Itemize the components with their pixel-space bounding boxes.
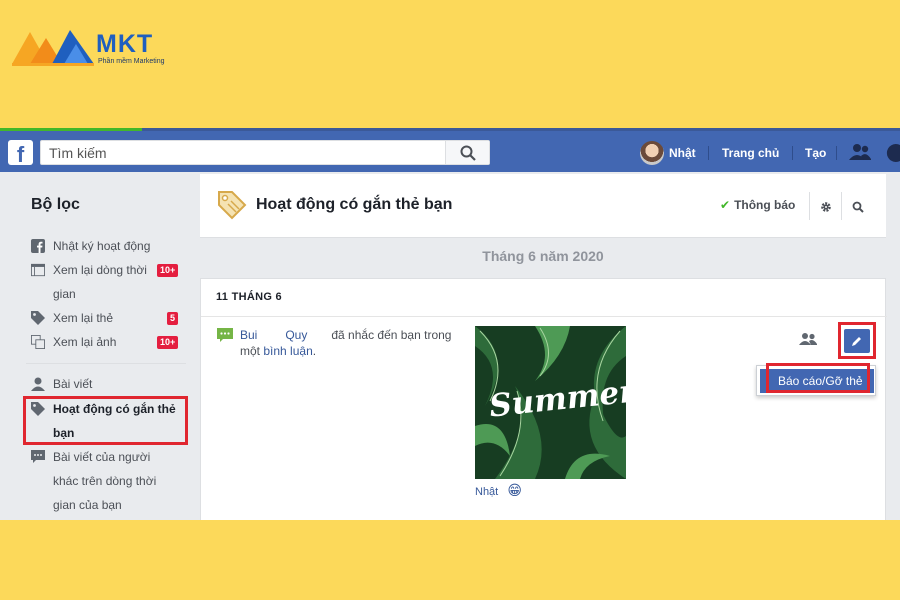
activity-text: Bui Quy đã nhắc đến bạn trong một bình luậ… <box>240 327 465 359</box>
sidebar-divider <box>26 363 186 364</box>
nav-divider <box>708 146 709 160</box>
mkt-logo-text: MKT <box>96 30 154 58</box>
sidebar-item-label: Xem lại dòng thời <box>53 263 147 277</box>
search-icon <box>460 145 476 161</box>
nav-divider <box>836 146 837 160</box>
page-header: Hoạt động có gắn thẻ bạn ✔ Thông báo <box>200 174 886 238</box>
notifications-label: Thông báo <box>734 198 796 212</box>
messenger-icon[interactable] <box>886 143 900 163</box>
nav-divider <box>792 146 793 160</box>
date-heading: 11 THÁNG 6 <box>216 291 282 303</box>
sidebar-item-photo-review[interactable]: Xem lại ảnh 10+ <box>31 330 179 354</box>
photos-icon <box>31 335 45 349</box>
facebook-logo-icon[interactable]: f <box>8 140 33 167</box>
filter-sidebar: Bộ lọc Nhật ký hoạt động Xem lại dòng th… <box>0 172 200 520</box>
highlight-box <box>766 363 870 393</box>
friend-requests-icon[interactable] <box>849 143 871 161</box>
gear-icon[interactable] <box>820 201 832 213</box>
search-input[interactable] <box>41 141 446 164</box>
header-divider <box>809 192 810 220</box>
count-badge: 10+ <box>157 264 179 277</box>
profile-link[interactable]: Nhật <box>640 139 696 167</box>
friends-audience-icon[interactable] <box>799 332 817 346</box>
create-link[interactable]: Tạo <box>805 146 826 160</box>
loading-bar <box>0 128 142 131</box>
right-strip <box>886 174 900 520</box>
highlight-box <box>23 396 188 445</box>
top-navigation-bar: f Nhật Trang chủ Tạo <box>0 128 900 172</box>
checkmark-icon: ✔ <box>720 198 731 212</box>
month-heading: Tháng 6 năm 2020 <box>482 248 604 264</box>
facebook-screen: f Nhật Trang chủ Tạo <box>0 128 900 520</box>
tagged-photo[interactable]: Summer <box>475 326 626 479</box>
actor-link[interactable]: Bui Quy <box>240 328 307 342</box>
sidebar-item-label: Nhật ký hoạt động <box>53 239 151 253</box>
sidebar-item-timeline-review[interactable]: Xem lại dòng thời gian 10+ <box>31 258 179 306</box>
home-link[interactable]: Trang chủ <box>722 146 779 160</box>
sidebar-item-tag-review[interactable]: Xem lại thẻ 5 <box>31 306 179 330</box>
action-text-end: . <box>312 344 317 358</box>
notifications-toggle[interactable]: ✔ Thông báo <box>720 198 795 212</box>
highlight-box <box>838 322 876 359</box>
sidebar-item-posts[interactable]: Bài viết <box>31 372 92 396</box>
action-text-prefix: một <box>240 344 261 358</box>
user-name: Nhật <box>669 146 696 160</box>
page-title: Hoạt động có gắn thẻ bạn <box>256 196 453 213</box>
mkt-logo-icon <box>12 30 94 66</box>
facebook-icon <box>31 239 45 253</box>
actor-first-name: Bui <box>240 328 258 342</box>
timeline-icon <box>31 263 45 277</box>
person-icon <box>31 377 45 391</box>
sidebar-item-label-cont: khác trên dòng thời <box>53 474 157 488</box>
avatar <box>640 141 664 165</box>
comment-icon <box>31 450 45 463</box>
sidebar-item-label-cont: gian <box>53 287 76 301</box>
sidebar-item-label: Bài viết của người <box>53 450 151 464</box>
sidebar-item-others-posts[interactable]: Bài viết của người khác trên dòng thời g… <box>31 445 156 517</box>
photo-caption: Nhật 😁 <box>475 482 522 499</box>
search-box <box>40 140 490 165</box>
mkt-logo-subtitle: Phần mềm Marketing <box>98 58 165 65</box>
count-badge: 10+ <box>157 336 179 349</box>
grinning-emoji-icon: 😁 <box>507 482 522 498</box>
search-button[interactable] <box>445 141 489 164</box>
actor-last-name: Quy <box>285 328 308 342</box>
search-icon[interactable] <box>852 201 864 213</box>
count-badge: 5 <box>167 312 179 325</box>
caption-text: Nhật <box>475 486 499 498</box>
mkt-logo: MKT Phần mềm Marketing <box>12 26 182 72</box>
card-divider <box>201 316 887 317</box>
sidebar-item-activity-log[interactable]: Nhật ký hoạt động <box>31 234 150 258</box>
header-divider <box>841 192 842 220</box>
action-text: đã nhắc đến bạn trong <box>331 328 452 342</box>
sidebar-item-label-cont: gian của bạn <box>53 498 122 512</box>
tag-icon <box>218 191 247 220</box>
tag-icon <box>31 311 45 325</box>
comment-link[interactable]: bình luận <box>263 344 312 358</box>
activity-card: 11 THÁNG 6 Bui Quy đã nhắc đến bạn trong m… <box>200 278 887 520</box>
comment-icon <box>217 328 233 342</box>
filter-title: Bộ lọc <box>31 196 80 213</box>
